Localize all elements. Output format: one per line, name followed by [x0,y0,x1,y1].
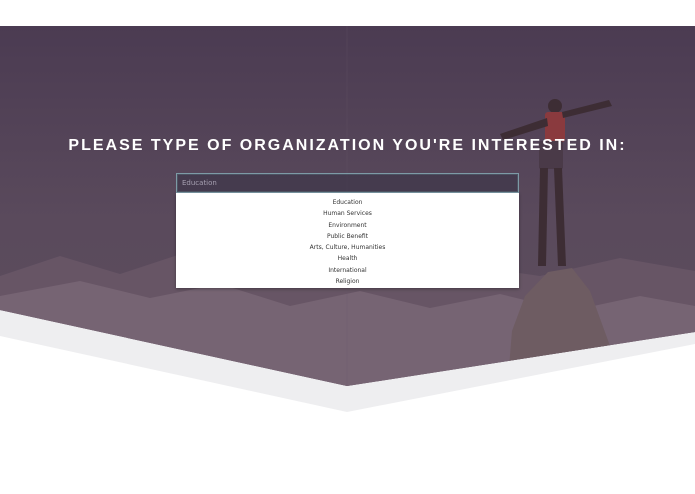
dropdown-option-religion[interactable]: Religion [176,276,519,287]
dropdown-option-international[interactable]: International [176,265,519,276]
dropdown-option-public-benefit[interactable]: Public Benefit [176,231,519,242]
dropdown-option-education[interactable]: Education [176,197,519,208]
organization-search-input[interactable] [176,173,519,193]
search-container [176,172,519,193]
dropdown-option-health[interactable]: Health [176,253,519,264]
page-heading: PLEASE TYPE OF ORGANIZATION YOU'RE INTER… [68,137,627,154]
organization-dropdown: Education Human Services Environment Pub… [176,193,519,288]
dropdown-option-human-services[interactable]: Human Services [176,208,519,219]
dropdown-option-arts-culture[interactable]: Arts, Culture, Humanities [176,242,519,253]
dropdown-option-environment[interactable]: Environment [176,220,519,231]
